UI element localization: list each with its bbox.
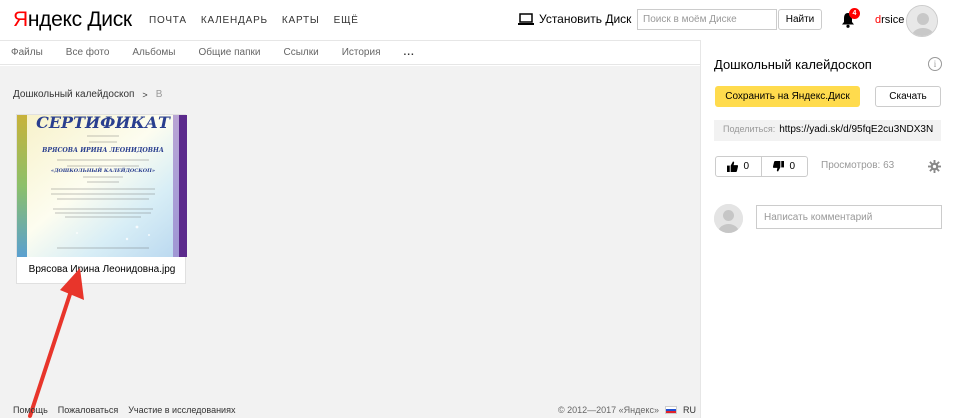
footer-research-link[interactable]: Участие в исследованиях [128, 405, 235, 415]
gear-icon[interactable] [928, 160, 941, 173]
share-label: Поделиться: [723, 124, 776, 134]
footer-right: © 2012—2017 «Яндекс» RU [558, 405, 696, 415]
thumbs-up-icon [727, 161, 739, 172]
footer-links: Помощь Пожаловаться Участие в исследован… [13, 405, 235, 415]
tab-files[interactable]: Файлы [11, 47, 43, 58]
logo-rest: ндекс Диск [27, 8, 132, 31]
yandex-disk-logo[interactable]: Яндекс Диск [13, 8, 132, 32]
tab-links[interactable]: Ссылки [283, 47, 318, 58]
username-rest: rsice [881, 14, 905, 26]
download-button[interactable]: Скачать [875, 86, 941, 107]
user-silhouette-icon [714, 204, 743, 233]
section-tabs: Файлы Все фото Альбомы Общие папки Ссылк… [0, 40, 700, 65]
breadcrumb-chevron-icon: > [142, 89, 148, 100]
dislike-button[interactable]: 0 [762, 157, 808, 176]
breadcrumb: Дошкольный калейдоскоп > В [13, 89, 162, 100]
search-button[interactable]: Найти [778, 9, 822, 30]
top-nav: ПОЧТА КАЛЕНДАРЬ КАРТЫ ЕЩЁ [149, 15, 373, 26]
thumb-name: ВРЯСОВА ИРИНА ЛЕОНИДОВНА [41, 147, 164, 154]
info-icon[interactable]: i [928, 57, 942, 71]
folder-title: Дошкольный калейдоскоп [714, 57, 872, 72]
nav-calendar[interactable]: КАЛЕНДАРЬ [201, 15, 268, 26]
red-annotation-arrow-icon [28, 268, 84, 418]
thumb-title: СЕРТИФИКАТ [36, 115, 171, 132]
install-disk-link[interactable]: Установить Диск [518, 12, 631, 26]
install-label: Установить Диск [539, 12, 632, 26]
comment-input[interactable]: Написать комментарий [756, 205, 942, 229]
certificate-image: СЕРТИФИКАТ ВРЯСОВА ИРИНА ЛЕОНИДОВНА «ДОШ… [17, 115, 187, 257]
file-name[interactable]: Врясова Ирина Леонидовна.jpg [17, 264, 187, 275]
nav-maps[interactable]: КАРТЫ [282, 15, 320, 26]
logo-ya: Я [13, 8, 28, 31]
certificate-thumbnail[interactable]: СЕРТИФИКАТ ВРЯСОВА ИРИНА ЛЕОНИДОВНА «ДОШ… [17, 115, 187, 257]
views-count: Просмотров: 63 [821, 160, 895, 171]
tab-all-photos[interactable]: Все фото [66, 47, 110, 58]
user-avatar[interactable] [906, 5, 938, 37]
tab-history[interactable]: История [342, 47, 381, 58]
search-input[interactable]: Поиск в моём Диске [637, 9, 777, 30]
user-silhouette-icon [907, 6, 937, 36]
nav-mail[interactable]: ПОЧТА [149, 15, 187, 26]
notification-badge: 4 [849, 8, 860, 19]
footer-report-link[interactable]: Пожаловаться [58, 405, 118, 415]
share-url[interactable]: https://yadi.sk/d/95fqE2cu3NDX3N [779, 124, 933, 135]
save-to-disk-button[interactable]: Сохранить на Яндекс.Диск [715, 86, 860, 107]
header: Яндекс Диск ПОЧТА КАЛЕНДАРЬ КАРТЫ ЕЩЁ Ус… [0, 0, 960, 40]
like-dislike-group: 0 0 [715, 156, 808, 177]
tab-more[interactable]: ... [403, 47, 414, 58]
dislike-count: 0 [789, 161, 796, 172]
tab-shared-folders[interactable]: Общие папки [198, 47, 260, 58]
share-link-box[interactable]: Поделиться: https://yadi.sk/d/95fqE2cu3ND… [714, 120, 941, 141]
footer-help-link[interactable]: Помощь [13, 405, 48, 415]
thumb-project: «ДОШКОЛЬНЫЙ КАЛЕЙДОСКОП» [51, 166, 155, 174]
nav-more[interactable]: ЕЩЁ [334, 15, 359, 26]
like-button[interactable]: 0 [716, 157, 762, 176]
language-switch[interactable]: RU [683, 405, 696, 415]
tab-albums[interactable]: Альбомы [132, 47, 175, 58]
thumbs-down-icon [773, 161, 785, 172]
details-sidebar: Дошкольный калейдоскоп i Сохранить на Ян… [700, 40, 960, 418]
copyright: © 2012—2017 «Яндекс» [558, 405, 659, 415]
russia-flag-icon [664, 406, 677, 414]
main-content: Дошкольный калейдоскоп > В СЕРТИФИКАТ ВР… [0, 66, 700, 418]
laptop-icon [518, 13, 534, 25]
username[interactable]: drsice [875, 14, 904, 26]
like-count: 0 [743, 161, 750, 172]
file-card[interactable]: СЕРТИФИКАТ ВРЯСОВА ИРИНА ЛЕОНИДОВНА «ДОШ… [16, 114, 187, 284]
comment-avatar [714, 204, 743, 233]
breadcrumb-current: В [155, 89, 163, 100]
breadcrumb-folder[interactable]: Дошкольный калейдоскоп [13, 89, 134, 100]
